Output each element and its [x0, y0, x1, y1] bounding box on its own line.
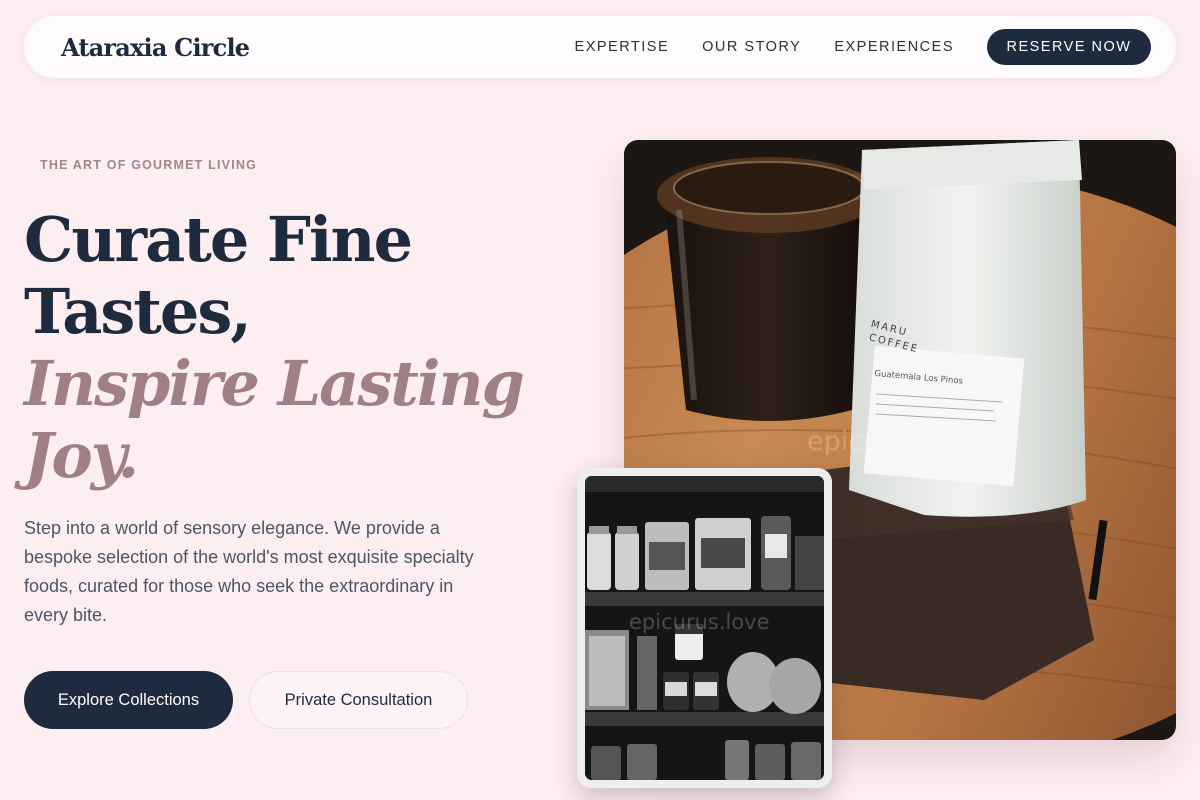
nav-links: EXPERTISE OUR STORY EXPERIENCES RESERVE … [542, 29, 1151, 65]
reserve-now-button[interactable]: RESERVE NOW [987, 29, 1151, 65]
pantry-shelf-illustration [585, 476, 824, 780]
hero-eyebrow: THE ART OF GOURMET LIVING [40, 158, 258, 172]
brand-logo[interactable]: Ataraxia Circle [61, 33, 250, 62]
pantry-photo-card: epicurus.love [577, 468, 832, 788]
private-consultation-button[interactable]: Private Consultation [249, 671, 468, 729]
hero-headline: Curate Fine Tastes, Inspire Lasting Joy. [24, 204, 584, 492]
headline-accent-2: Joy. [24, 419, 139, 492]
nav-link-our-story[interactable]: OUR STORY [702, 39, 801, 55]
nav-link-experiences[interactable]: EXPERIENCES [834, 39, 954, 55]
pantry-shelf-photo: epicurus.love [585, 476, 824, 780]
explore-collections-button[interactable]: Explore Collections [24, 671, 233, 729]
top-navbar: Ataraxia Circle EXPERTISE OUR STORY EXPE… [24, 16, 1176, 78]
headline-line-2: Tastes, [24, 275, 252, 348]
headline-accent-1: Inspire Lasting [24, 347, 525, 420]
nav-link-expertise[interactable]: EXPERTISE [575, 39, 670, 55]
headline-line-1: Curate Fine [24, 203, 413, 276]
hero-description: Step into a world of sensory elegance. W… [24, 518, 474, 625]
